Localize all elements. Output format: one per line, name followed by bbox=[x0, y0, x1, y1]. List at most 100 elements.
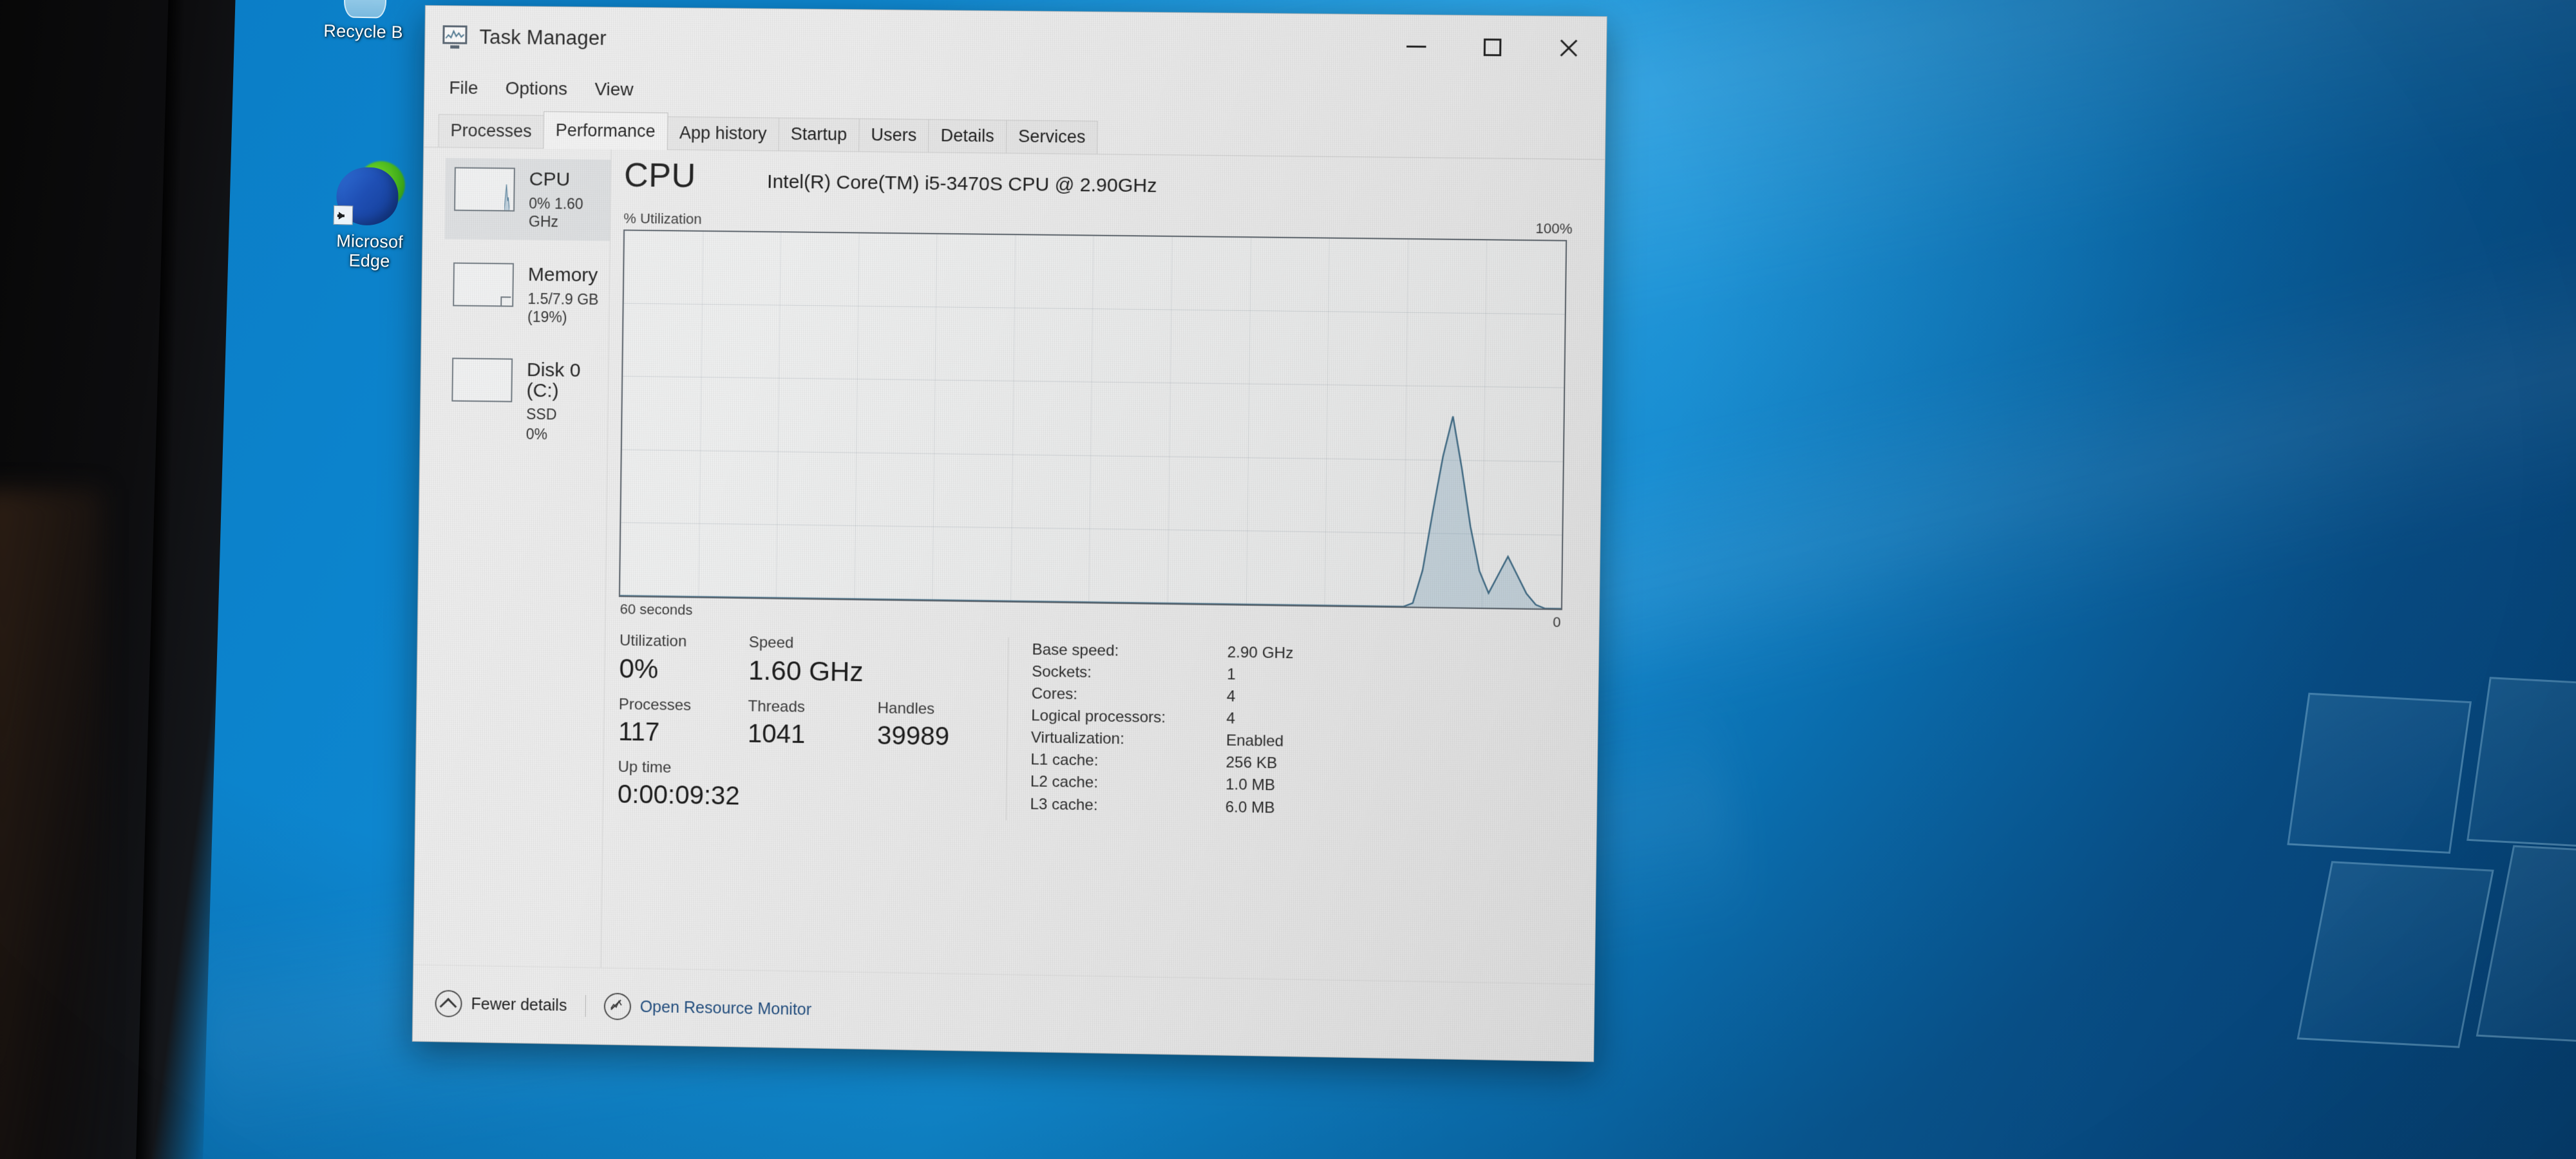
sidebar-item-label: Disk 0 (C:) bbox=[526, 359, 581, 402]
windows-logo-pane bbox=[2287, 692, 2472, 854]
bezel-warm-reflection bbox=[0, 489, 103, 1159]
cpu-stats-left: Utilization 0% Speed 1.60 GHz Processes bbox=[618, 632, 1009, 820]
shortcut-arrow-icon bbox=[333, 205, 354, 225]
stat-row-processes-threads-handles: Processes 117 Threads 1041 Handles 39989 bbox=[618, 696, 1007, 754]
spec-key: Logical processors: bbox=[1031, 707, 1166, 727]
stat-label: Speed bbox=[748, 634, 794, 652]
sidebar-item-disk0[interactable]: Disk 0 (C:) SSD 0% bbox=[442, 348, 608, 453]
desktop-icon-label-line2: Edge bbox=[348, 250, 390, 271]
disk-mini-graph bbox=[451, 357, 513, 402]
tab-details[interactable]: Details bbox=[928, 119, 1007, 154]
task-manager-icon bbox=[442, 25, 468, 49]
graph-time-span-label: 60 seconds bbox=[620, 601, 693, 618]
window-body: CPU 0% 1.60 GHz Memory 1.5/7.9 GB (19%) bbox=[413, 147, 1605, 985]
fewer-details-button[interactable]: Fewer details bbox=[435, 990, 567, 1019]
tab-services[interactable]: Services bbox=[1005, 120, 1099, 155]
stat-row-utilization-speed: Utilization 0% Speed 1.60 GHz bbox=[619, 632, 1008, 691]
menu-item-options[interactable]: Options bbox=[495, 74, 578, 103]
graph-y-max-label: 100% bbox=[1535, 220, 1573, 237]
stat-value: 1.60 GHz bbox=[748, 655, 864, 687]
cpu-detail-pane: CPU Intel(R) Core(TM) i5-3470S CPU @ 2.9… bbox=[600, 149, 1605, 985]
stat-speed: Speed 1.60 GHz bbox=[748, 634, 918, 690]
graph-y-axis-label: % Utilization bbox=[623, 210, 702, 227]
sidebar-item-memory[interactable]: Memory 1.5/7.9 GB (19%) bbox=[444, 253, 610, 336]
stat-processes: Processes 117 bbox=[618, 696, 748, 750]
task-manager-window: Task Manager File Options View Processes… bbox=[412, 5, 1607, 1062]
stat-label: Handles bbox=[877, 699, 935, 719]
stat-value: 117 bbox=[618, 717, 660, 747]
tab-users[interactable]: Users bbox=[858, 118, 929, 153]
desktop-icon-microsoft-edge[interactable]: Microsof Edge bbox=[308, 152, 432, 272]
stat-label: Processes bbox=[618, 695, 692, 715]
graph-time-zero-label: 0 bbox=[1553, 614, 1561, 630]
spec-key: Virtualization: bbox=[1030, 729, 1125, 748]
windows-logo-watermark bbox=[2287, 677, 2576, 1098]
open-resource-monitor-button[interactable]: Open Resource Monitor bbox=[603, 992, 812, 1024]
stat-uptime: Up time 0:00:09:32 bbox=[618, 759, 786, 813]
spec-value: 6.0 MB bbox=[1225, 798, 1275, 816]
sidebar-item-sublabel-usage: 0% bbox=[526, 425, 548, 443]
fewer-details-label: Fewer details bbox=[471, 994, 567, 1015]
stat-handles: Handles 39989 bbox=[877, 700, 1008, 754]
memory-mini-graph bbox=[453, 262, 515, 307]
windows-logo-pane bbox=[2297, 861, 2494, 1048]
resource-sidebar: CPU 0% 1.60 GHz Memory 1.5/7.9 GB (19%) bbox=[413, 147, 611, 968]
tab-performance[interactable]: Performance bbox=[543, 111, 668, 150]
spec-key: L2 cache: bbox=[1030, 773, 1099, 792]
screen-photo: Recycle B Microsof Edge Task Manager Fil… bbox=[0, 0, 2576, 1159]
stat-value: 39989 bbox=[876, 721, 950, 751]
cpu-specs-list: Base speed: 2.90 GHz Sockets: 1 Cores: 4 bbox=[1005, 637, 1571, 829]
stat-utilization: Utilization 0% bbox=[619, 632, 749, 687]
sidebar-item-cpu[interactable]: CPU 0% 1.60 GHz bbox=[444, 158, 611, 241]
window-title: Task Manager bbox=[479, 25, 607, 50]
windows-logo-pane bbox=[2476, 845, 2576, 1047]
sidebar-item-sublabel-type: SSD bbox=[526, 405, 557, 423]
stat-label: Up time bbox=[618, 758, 672, 777]
maximize-button[interactable] bbox=[1454, 15, 1531, 79]
maximize-icon bbox=[1483, 38, 1501, 56]
cpu-stats-area: Utilization 0% Speed 1.60 GHz Processes bbox=[612, 632, 1571, 829]
windows-logo-pane bbox=[2467, 677, 2576, 851]
stat-label: Threads bbox=[748, 697, 806, 717]
cpu-mini-graph bbox=[453, 167, 515, 212]
page-title: CPU bbox=[623, 156, 697, 195]
graph-line-icon bbox=[445, 29, 464, 39]
spec-key: L3 cache: bbox=[1030, 795, 1098, 814]
spec-key: Cores: bbox=[1031, 684, 1078, 704]
minimize-icon bbox=[1406, 45, 1426, 48]
open-resource-monitor-label: Open Resource Monitor bbox=[639, 997, 812, 1019]
tab-app-history[interactable]: App history bbox=[667, 116, 779, 151]
desktop-icon-label-line1: Microsof bbox=[336, 231, 404, 252]
resource-monitor-icon bbox=[603, 992, 631, 1021]
window-titlebar: Task Manager bbox=[424, 6, 1607, 80]
sidebar-item-label: Memory bbox=[527, 263, 598, 287]
recycle-bin-icon bbox=[336, 0, 393, 19]
desktop-icon-recycle-bin[interactable]: Recycle B bbox=[302, 0, 426, 42]
stat-row-uptime: Up time 0:00:09:32 bbox=[618, 759, 1007, 816]
stat-value: 0% bbox=[619, 653, 659, 684]
close-icon bbox=[1557, 37, 1578, 59]
memory-mini-block bbox=[500, 296, 511, 306]
stat-threads: Threads 1041 bbox=[748, 698, 878, 752]
tab-startup[interactable]: Startup bbox=[778, 117, 860, 153]
cpu-utilization-graph[interactable] bbox=[618, 229, 1567, 610]
chevron-up-circle-icon bbox=[435, 990, 462, 1018]
window-controls bbox=[1378, 15, 1607, 79]
tab-processes[interactable]: Processes bbox=[438, 114, 545, 149]
spec-key: L1 cache: bbox=[1030, 751, 1099, 770]
cpu-header: CPU Intel(R) Core(TM) i5-3470S CPU @ 2.9… bbox=[620, 156, 1577, 205]
microsoft-edge-icon bbox=[332, 153, 409, 230]
cpu-model-name: Intel(R) Core(TM) i5-3470S CPU @ 2.90GHz bbox=[766, 171, 1157, 197]
stat-value: 0:00:09:32 bbox=[617, 780, 740, 811]
sidebar-item-sublabel: 1.5/7.9 GB (19%) bbox=[527, 290, 599, 326]
menu-item-file[interactable]: File bbox=[439, 73, 489, 102]
desktop-icon-label: Recycle B bbox=[323, 21, 404, 42]
sidebar-item-label: CPU bbox=[529, 168, 571, 191]
spec-key: Base speed: bbox=[1032, 641, 1119, 660]
stat-label: Utilization bbox=[619, 632, 687, 650]
minimize-button[interactable] bbox=[1378, 15, 1455, 78]
menu-item-view[interactable]: View bbox=[584, 75, 644, 104]
spec-key: Sockets: bbox=[1031, 663, 1092, 682]
close-button[interactable] bbox=[1530, 16, 1606, 79]
cpu-utilization-plot bbox=[620, 231, 1566, 608]
